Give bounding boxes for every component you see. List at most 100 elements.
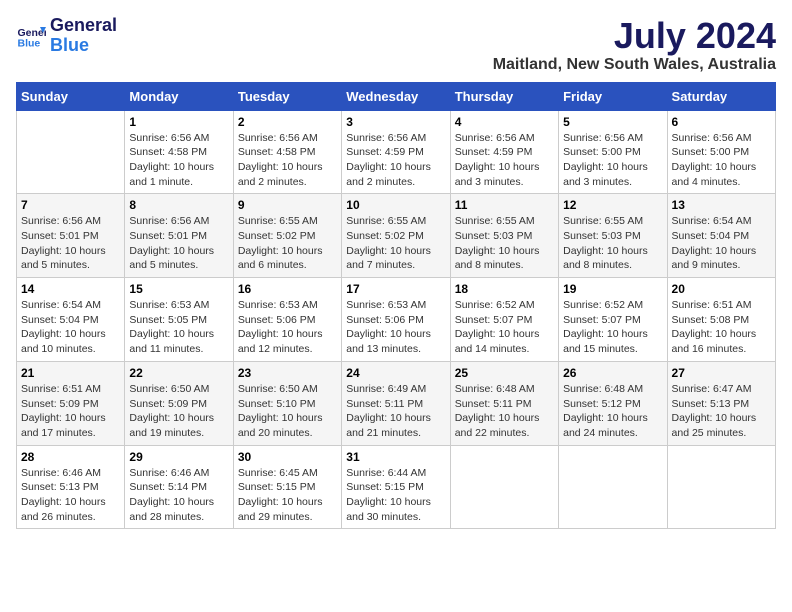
day-info: Sunrise: 6:46 AMSunset: 5:13 PMDaylight:… [21, 466, 120, 525]
day-info: Sunrise: 6:54 AMSunset: 5:04 PMDaylight:… [672, 214, 771, 273]
day-info: Sunrise: 6:56 AMSunset: 5:00 PMDaylight:… [563, 131, 662, 190]
day-number: 11 [455, 198, 554, 212]
calendar-cell: 19Sunrise: 6:52 AMSunset: 5:07 PMDayligh… [559, 278, 667, 362]
calendar-cell: 8 Sunrise: 6:56 AMSunset: 5:01 PMDaylight… [125, 194, 233, 278]
calendar-week-1: 1 Sunrise: 6:56 AMSunset: 4:58 PMDaylight… [17, 110, 776, 194]
calendar-cell: 26 Sunrise: 6:48 AMSunset: 5:12 PMDayligh… [559, 361, 667, 445]
calendar-cell: 23 Sunrise: 6:50 AMSunset: 5:10 PMDayligh… [233, 361, 341, 445]
calendar-cell: 16Sunrise: 6:53 AMSunset: 5:06 PMDayligh… [233, 278, 341, 362]
day-number: 22 [129, 366, 228, 380]
day-number: 16 [238, 282, 337, 296]
day-info: Sunrise: 6:56 AMSunset: 5:01 PMDaylight:… [21, 214, 120, 273]
day-header-wednesday: Wednesday [342, 82, 450, 110]
calendar-cell: 4Sunrise: 6:56 AMSunset: 4:59 PMDaylight… [450, 110, 558, 194]
day-number: 26 [563, 366, 662, 380]
day-number: 3 [346, 115, 445, 129]
day-info: Sunrise: 6:46 AMSunset: 5:14 PMDaylight:… [129, 466, 228, 525]
calendar-cell: 12Sunrise: 6:55 AMSunset: 5:03 PMDayligh… [559, 194, 667, 278]
day-header-sunday: Sunday [17, 82, 125, 110]
day-number: 28 [21, 450, 120, 464]
day-info: Sunrise: 6:56 AMSunset: 4:59 PMDaylight:… [346, 131, 445, 190]
logo-general: General [50, 16, 117, 36]
day-number: 31 [346, 450, 445, 464]
day-number: 27 [672, 366, 771, 380]
day-header-friday: Friday [559, 82, 667, 110]
title-area: July 2024 Maitland, New South Wales, Aus… [493, 16, 776, 74]
day-number: 14 [21, 282, 120, 296]
logo-blue: Blue [50, 36, 117, 56]
day-number: 17 [346, 282, 445, 296]
calendar-cell: 21Sunrise: 6:51 AMSunset: 5:09 PMDayligh… [17, 361, 125, 445]
day-number: 6 [672, 115, 771, 129]
day-number: 18 [455, 282, 554, 296]
calendar-cell: 10 Sunrise: 6:55 AMSunset: 5:02 PMDayligh… [342, 194, 450, 278]
day-header-thursday: Thursday [450, 82, 558, 110]
day-number: 12 [563, 198, 662, 212]
day-number: 30 [238, 450, 337, 464]
calendar-cell: 20Sunrise: 6:51 AMSunset: 5:08 PMDayligh… [667, 278, 775, 362]
calendar-cell: 31 Sunrise: 6:44 AMSunset: 5:15 PMDayligh… [342, 445, 450, 529]
calendar-week-3: 14 Sunrise: 6:54 AMSunset: 5:04 PMDayligh… [17, 278, 776, 362]
day-info: Sunrise: 6:56 AMSunset: 4:58 PMDaylight:… [129, 131, 228, 190]
day-number: 19 [563, 282, 662, 296]
day-number: 24 [346, 366, 445, 380]
day-number: 13 [672, 198, 771, 212]
day-number: 29 [129, 450, 228, 464]
day-info: Sunrise: 6:56 AMSunset: 5:01 PMDaylight:… [129, 214, 228, 273]
calendar-cell: 1 Sunrise: 6:56 AMSunset: 4:58 PMDaylight… [125, 110, 233, 194]
day-number: 15 [129, 282, 228, 296]
calendar-cell: 9Sunrise: 6:55 AMSunset: 5:02 PMDaylight… [233, 194, 341, 278]
calendar-cell [559, 445, 667, 529]
svg-text:Blue: Blue [18, 37, 41, 49]
day-info: Sunrise: 6:44 AMSunset: 5:15 PMDaylight:… [346, 466, 445, 525]
day-number: 7 [21, 198, 120, 212]
day-info: Sunrise: 6:51 AMSunset: 5:08 PMDaylight:… [672, 298, 771, 357]
month-year: July 2024 [493, 16, 776, 56]
calendar-cell: 11Sunrise: 6:55 AMSunset: 5:03 PMDayligh… [450, 194, 558, 278]
calendar-cell: 3 Sunrise: 6:56 AMSunset: 4:59 PMDaylight… [342, 110, 450, 194]
day-info: Sunrise: 6:48 AMSunset: 5:11 PMDaylight:… [455, 382, 554, 441]
calendar-week-2: 7 Sunrise: 6:56 AMSunset: 5:01 PMDaylight… [17, 194, 776, 278]
day-info: Sunrise: 6:55 AMSunset: 5:02 PMDaylight:… [346, 214, 445, 273]
day-number: 9 [238, 198, 337, 212]
day-number: 1 [129, 115, 228, 129]
calendar-cell: 28 Sunrise: 6:46 AMSunset: 5:13 PMDayligh… [17, 445, 125, 529]
logo-icon: General Blue [16, 21, 46, 51]
calendar-cell: 30Sunrise: 6:45 AMSunset: 5:15 PMDayligh… [233, 445, 341, 529]
calendar-cell: 22 Sunrise: 6:50 AMSunset: 5:09 PMDayligh… [125, 361, 233, 445]
day-number: 23 [238, 366, 337, 380]
calendar-cell: 2Sunrise: 6:56 AMSunset: 4:58 PMDaylight… [233, 110, 341, 194]
day-info: Sunrise: 6:52 AMSunset: 5:07 PMDaylight:… [455, 298, 554, 357]
calendar-cell [667, 445, 775, 529]
calendar-week-4: 21Sunrise: 6:51 AMSunset: 5:09 PMDayligh… [17, 361, 776, 445]
calendar-cell: 14 Sunrise: 6:54 AMSunset: 5:04 PMDayligh… [17, 278, 125, 362]
calendar-cell: 13 Sunrise: 6:54 AMSunset: 5:04 PMDayligh… [667, 194, 775, 278]
calendar-cell: 5 Sunrise: 6:56 AMSunset: 5:00 PMDaylight… [559, 110, 667, 194]
day-info: Sunrise: 6:51 AMSunset: 5:09 PMDaylight:… [21, 382, 120, 441]
calendar-cell [17, 110, 125, 194]
day-info: Sunrise: 6:47 AMSunset: 5:13 PMDaylight:… [672, 382, 771, 441]
day-info: Sunrise: 6:49 AMSunset: 5:11 PMDaylight:… [346, 382, 445, 441]
calendar-cell: 18 Sunrise: 6:52 AMSunset: 5:07 PMDayligh… [450, 278, 558, 362]
day-info: Sunrise: 6:50 AMSunset: 5:09 PMDaylight:… [129, 382, 228, 441]
location: Maitland, New South Wales, Australia [493, 56, 776, 74]
day-number: 10 [346, 198, 445, 212]
calendar-table: SundayMondayTuesdayWednesdayThursdayFrid… [16, 82, 776, 530]
day-number: 8 [129, 198, 228, 212]
calendar-cell: 17 Sunrise: 6:53 AMSunset: 5:06 PMDayligh… [342, 278, 450, 362]
day-info: Sunrise: 6:50 AMSunset: 5:10 PMDaylight:… [238, 382, 337, 441]
day-header-monday: Monday [125, 82, 233, 110]
day-info: Sunrise: 6:53 AMSunset: 5:06 PMDaylight:… [346, 298, 445, 357]
calendar-cell: 15Sunrise: 6:53 AMSunset: 5:05 PMDayligh… [125, 278, 233, 362]
calendar-cell [450, 445, 558, 529]
calendar-cell: 27 Sunrise: 6:47 AMSunset: 5:13 PMDayligh… [667, 361, 775, 445]
day-number: 5 [563, 115, 662, 129]
day-header-saturday: Saturday [667, 82, 775, 110]
day-number: 4 [455, 115, 554, 129]
calendar-week-5: 28 Sunrise: 6:46 AMSunset: 5:13 PMDayligh… [17, 445, 776, 529]
day-number: 2 [238, 115, 337, 129]
calendar-cell: 7 Sunrise: 6:56 AMSunset: 5:01 PMDaylight… [17, 194, 125, 278]
day-info: Sunrise: 6:54 AMSunset: 5:04 PMDaylight:… [21, 298, 120, 357]
day-info: Sunrise: 6:48 AMSunset: 5:12 PMDaylight:… [563, 382, 662, 441]
calendar-cell: 25Sunrise: 6:48 AMSunset: 5:11 PMDayligh… [450, 361, 558, 445]
